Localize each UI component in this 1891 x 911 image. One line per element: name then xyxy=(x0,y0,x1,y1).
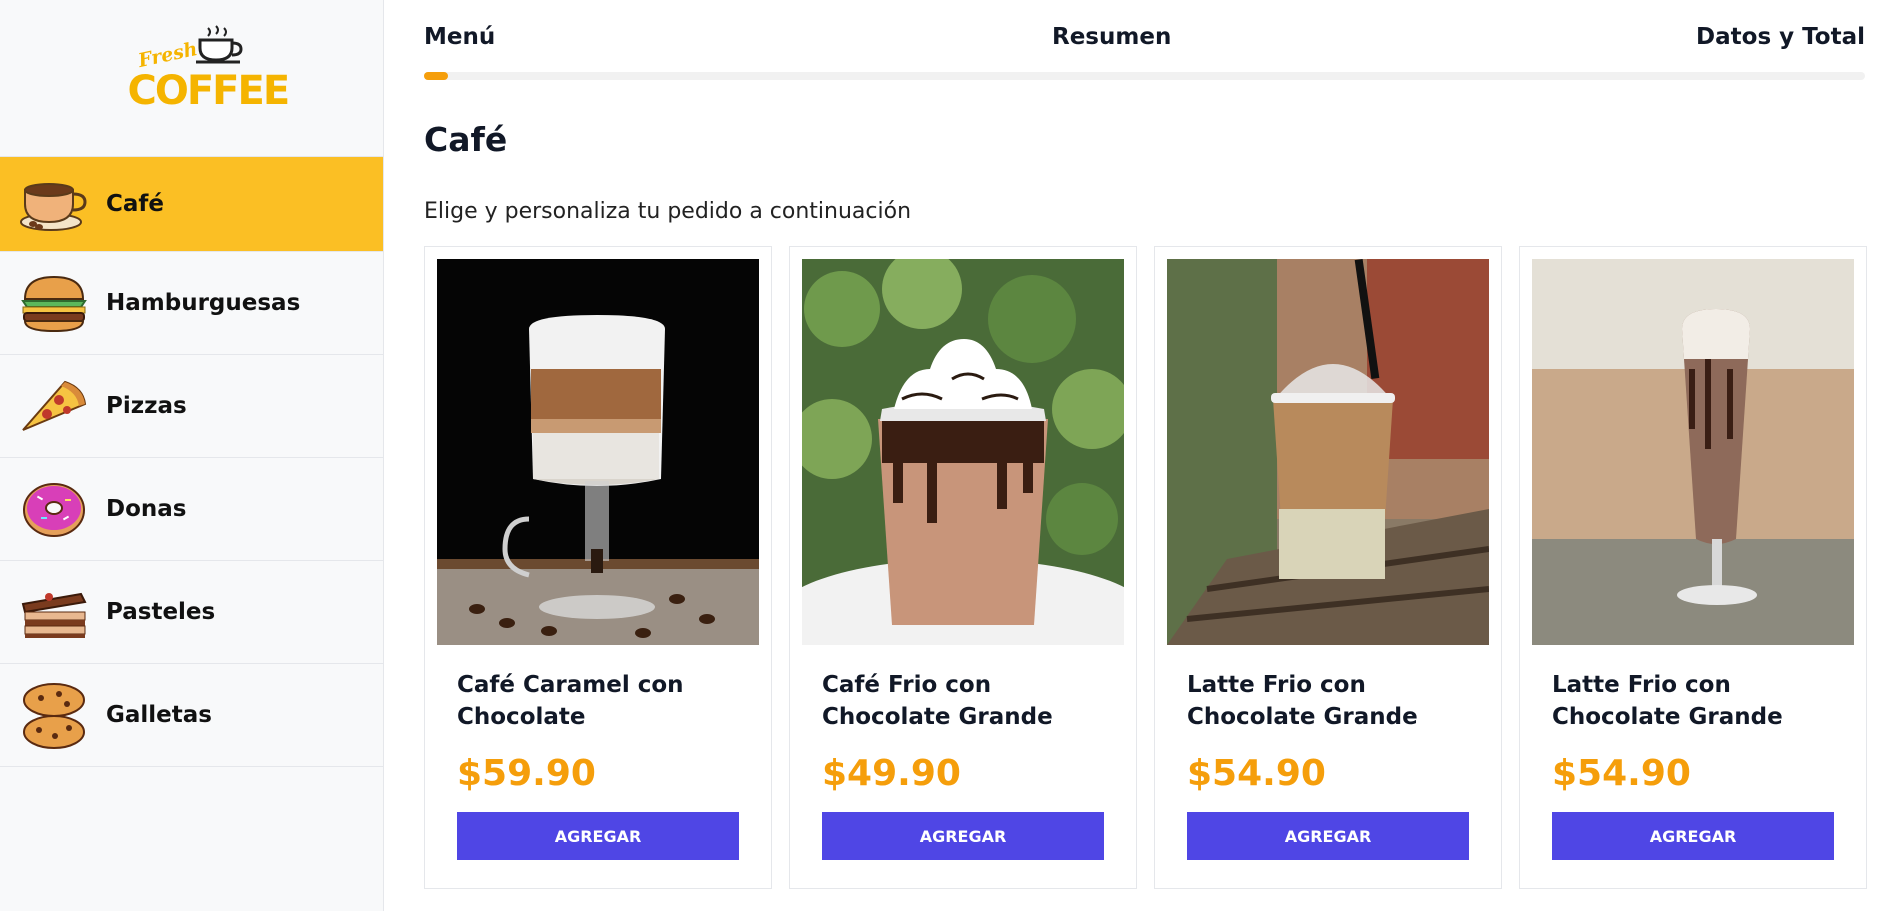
steaming-cup-icon xyxy=(195,25,243,64)
progress-bar xyxy=(424,72,1865,80)
category-label: Donas xyxy=(106,496,187,522)
sidebar: Fresh COFFEE Café Hamburguesas Pizzas Do… xyxy=(0,0,384,911)
product-price: $54.90 xyxy=(1187,753,1326,794)
category-item-cafe[interactable]: Café xyxy=(0,157,383,252)
logo-container: Fresh COFFEE xyxy=(0,0,383,156)
category-list: Café Hamburguesas Pizzas Donas Pasteles … xyxy=(0,156,383,767)
page-title: Café xyxy=(424,120,508,159)
step-menu[interactable]: Menú xyxy=(424,24,495,50)
product-name: Latte Frio con Chocolate Grande xyxy=(1552,672,1783,730)
product-image xyxy=(437,259,759,645)
step-resumen[interactable]: Resumen xyxy=(1052,24,1171,50)
burger-icon xyxy=(18,272,90,334)
add-to-order-button[interactable]: AGREGAR xyxy=(822,812,1104,860)
step-datos-total[interactable]: Datos y Total xyxy=(1696,24,1865,50)
add-to-order-button[interactable]: AGREGAR xyxy=(457,812,739,860)
product-price: $49.90 xyxy=(822,753,961,794)
category-item-galletas[interactable]: Galletas xyxy=(0,664,383,767)
brand-logo: Fresh COFFEE xyxy=(122,18,290,138)
product-image xyxy=(802,259,1124,645)
page-subtitle: Elige y personaliza tu pedido a continua… xyxy=(424,199,912,224)
product-card: Café Caramel con Chocolate $59.90 AGREGA… xyxy=(424,246,772,889)
donut-icon xyxy=(18,478,90,540)
logo-fresh-text: Fresh xyxy=(135,38,199,72)
main-content: Menú Resumen Datos y Total Café Elige y … xyxy=(384,0,1891,911)
product-card: Latte Frio con Chocolate Grande $54.90 A… xyxy=(1154,246,1502,889)
order-steps: Menú Resumen Datos y Total xyxy=(424,0,1865,80)
product-name: Latte Frio con Chocolate Grande xyxy=(1187,672,1418,730)
category-label: Hamburguesas xyxy=(106,290,301,316)
product-image xyxy=(1532,259,1854,645)
category-item-pizzas[interactable]: Pizzas xyxy=(0,355,383,458)
progress-fill xyxy=(424,72,449,80)
add-to-order-button[interactable]: AGREGAR xyxy=(1187,812,1469,860)
category-label: Pizzas xyxy=(106,393,187,419)
category-label: Pasteles xyxy=(106,599,216,625)
product-card: Latte Frio con Chocolate Grande $54.90 A… xyxy=(1519,246,1867,889)
category-label: Galletas xyxy=(106,702,212,728)
cookie-icon xyxy=(18,683,90,749)
category-item-pasteles[interactable]: Pasteles xyxy=(0,561,383,664)
category-item-hamburguesas[interactable]: Hamburguesas xyxy=(0,252,383,355)
product-image xyxy=(1167,259,1489,645)
product-name: Café Frio con Chocolate Grande xyxy=(822,672,1053,730)
product-card: Café Frio con Chocolate Grande $49.90 AG… xyxy=(789,246,1137,889)
category-label: Café xyxy=(106,191,165,217)
category-item-donas[interactable]: Donas xyxy=(0,458,383,561)
pizza-icon xyxy=(18,375,90,437)
product-name: Café Caramel con Chocolate xyxy=(457,672,684,730)
add-to-order-button[interactable]: AGREGAR xyxy=(1552,812,1834,860)
cake-icon xyxy=(18,581,90,643)
product-grid: Café Caramel con Chocolate $59.90 AGREGA… xyxy=(424,246,1891,889)
logo-coffee-text: COFFEE xyxy=(127,68,291,114)
product-price: $59.90 xyxy=(457,753,596,794)
product-price: $54.90 xyxy=(1552,753,1691,794)
coffee-cup-icon xyxy=(18,173,90,235)
